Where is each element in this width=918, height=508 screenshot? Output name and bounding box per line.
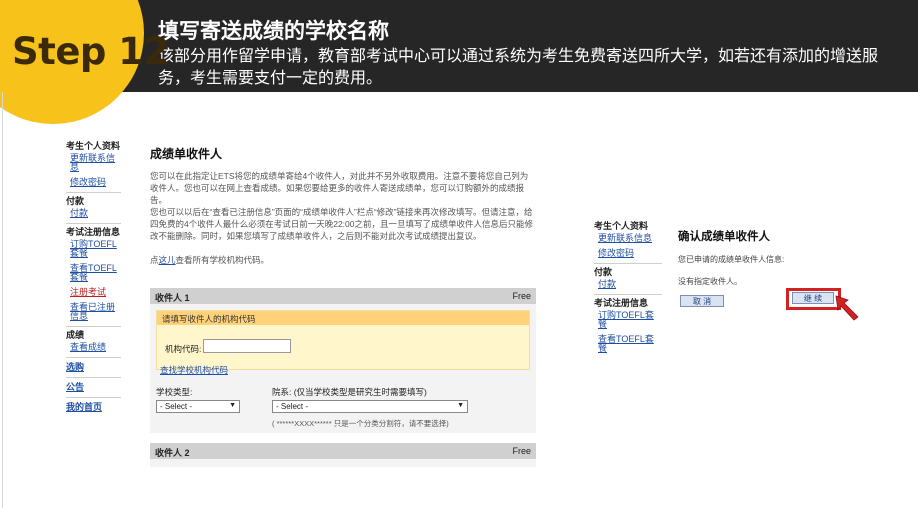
institution-code-input[interactable] [203,339,291,353]
recipient-header: 收件人 1 Free [150,288,536,304]
confirm-info-label: 您已申请的成绩单收件人信息: [678,255,785,264]
school-type-value: - Select - [160,402,193,411]
sidebar-item-notice[interactable]: 公告 [66,380,121,395]
step-number: Step 12 [12,30,169,73]
step-title: 填写寄送成绩的学校名称 [158,20,389,43]
divider [594,294,662,295]
divider [66,192,121,193]
sidebar-header-payment: 付款 [66,196,85,206]
divider [66,223,121,224]
recipient-panel-2: 收件人 2 Free [150,443,536,467]
sidebar-item-register-exam[interactable]: 注册考试 [66,285,121,300]
recipient-header: 收件人 2 Free [150,443,536,459]
sidebar-item-order-toefl[interactable]: 订购TOEFL套餐 [66,237,121,261]
code-lookup-suffix: 查看所有学校机构代码。 [175,255,270,265]
department-value: - Select - [276,402,309,411]
highlight-box [786,288,841,310]
recipient-panel-1: 收件人 1 Free 请填写收件人的机构代码 机构代码: 查找学校机构代码 学校… [150,288,536,433]
sidebar-item-change-password[interactable]: 修改密码 [66,175,121,190]
sidebar-nav: 考生个人资料 更新联系信息 修改密码 付款 付款 考试注册信息 订购TOEFL套… [66,138,121,415]
code-lookup-link[interactable]: 这儿 [159,255,176,265]
confirm-no-recipient: 没有指定收件人。 [678,277,742,286]
divider [594,263,662,264]
free-badge: Free [512,291,531,301]
sidebar-header-exam: 考试注册信息 [66,227,121,237]
sidebar-item-shop[interactable]: 选购 [66,360,121,375]
sidebar-item-view-registered[interactable]: 查看已注册信息 [66,300,121,324]
chevron-down-icon: ▼ [229,402,236,409]
divider [66,357,121,358]
recipient-label: 收件人 2 [155,448,190,458]
sidebar-header-scores: 成绩 [66,330,85,340]
sidebar-header-exam: 考试注册信息 [594,298,649,308]
sidebar-item-change-password[interactable]: 修改密码 [594,246,662,261]
free-badge: Free [512,446,531,456]
pointer-arrow-icon [835,295,859,321]
sidebar-item-update-contact[interactable]: 更新联系信息 [66,151,121,175]
department-note: ( ******XXXX****** 只是一个分类分割符，请不要选择) [272,419,449,428]
intro-text: 您可以在此指定让ETS将您的成绩单寄给4个收件人，对此并不另外收取费用。注意不要… [150,171,529,205]
department-label: 院系: (仅当学校类型是研究生时需要填写) [272,387,427,397]
sidebar-header-profile: 考生个人资料 [594,221,649,231]
sidebar-item-payment[interactable]: 付款 [66,206,121,221]
code-lookup-prefix: 点 [150,255,159,265]
divider [66,377,121,378]
institution-code-box: 请填写收件人的机构代码 机构代码: [156,310,530,370]
sidebar-header-profile: 考生个人资料 [66,141,121,151]
divider [66,397,121,398]
school-type-select[interactable]: - Select - ▼ [156,400,240,413]
cancel-button[interactable]: 取 消 [680,295,724,307]
sidebar-header-payment: 付款 [594,267,613,277]
confirm-title: 确认成绩单收件人 [678,231,770,243]
chevron-down-icon: ▼ [457,402,464,409]
sidebar-item-view-toefl[interactable]: 查看TOEFL套餐 [66,261,121,285]
code-lookup-text: 点这儿查看所有学校机构代码。 [150,254,535,266]
page-border [2,92,3,508]
find-institution-code-link[interactable]: 查找学校机构代码 [160,364,228,376]
sidebar-item-home[interactable]: 我的首页 [66,400,121,415]
page-title: 成绩单收件人 [150,147,223,161]
sidebar-item-view-scores[interactable]: 查看成绩 [66,340,121,355]
notice-text: 您也可以以后在“查看已注册信息”页面的“成绩单收件人”栏点“修改”链接来再次修改… [150,207,534,241]
sidebar-item-order-toefl[interactable]: 订购TOEFL套餐 [594,308,662,332]
step-description: 该部分用作留学申请，教育部考试中心可以通过系统为考生免费寄送四所大学，如若还有添… [158,48,879,87]
institution-code-label: 机构代码: [165,344,202,354]
sidebar-item-payment[interactable]: 付款 [594,277,662,292]
sidebar-item-view-toefl[interactable]: 查看TOEFL套餐 [594,332,662,356]
school-type-label: 学校类型: [156,387,193,397]
institution-code-prompt: 请填写收件人的机构代码 [157,311,529,325]
recipient-label: 收件人 1 [155,293,190,303]
department-select[interactable]: - Select - ▼ [272,400,468,413]
divider [66,326,121,327]
sidebar-item-update-contact[interactable]: 更新联系信息 [594,231,662,246]
sidebar-nav-confirm: 考生个人资料 更新联系信息 修改密码 付款 付款 考试注册信息 订购TOEFL套… [594,218,662,356]
